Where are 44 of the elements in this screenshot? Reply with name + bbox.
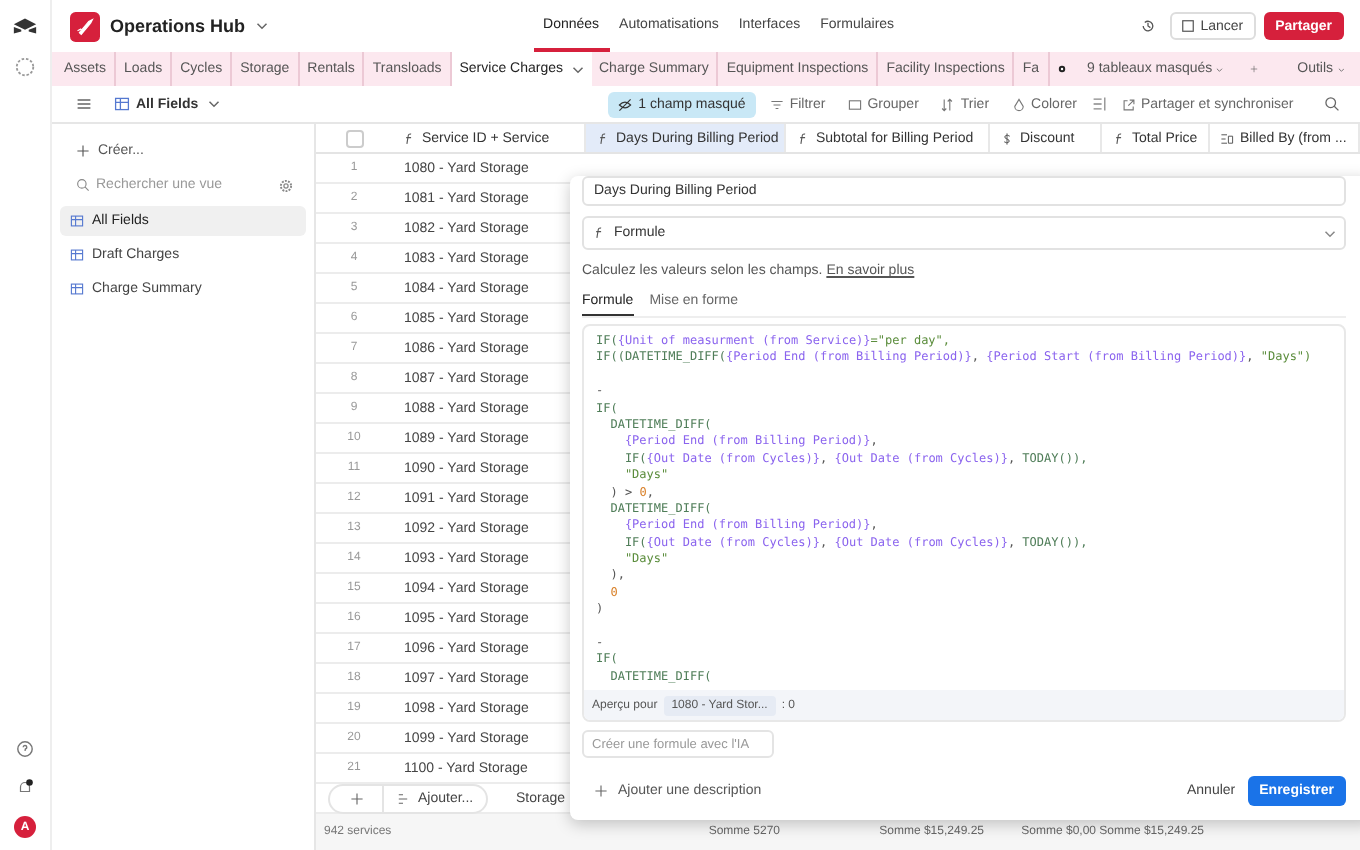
window-icon: [1182, 20, 1195, 32]
help-icon[interactable]: [16, 740, 34, 758]
grid-icon: [70, 282, 84, 296]
formula-icon: [592, 226, 606, 240]
settings-icon[interactable]: [278, 177, 294, 193]
formula-icon: [402, 131, 416, 145]
row-height-icon[interactable]: [1091, 96, 1107, 112]
search-icon[interactable]: [1324, 96, 1340, 112]
caret-icon: [571, 65, 583, 73]
lookup-icon: [1220, 131, 1234, 145]
formula-icon: [796, 131, 810, 145]
formula-icon: [596, 131, 610, 145]
share-icon: [1121, 97, 1135, 111]
currency-icon: [1000, 131, 1014, 145]
caret-icon[interactable]: [1216, 65, 1224, 73]
logo-icon[interactable]: [12, 16, 38, 36]
menu-icon[interactable]: [76, 96, 92, 112]
plus-icon: [349, 792, 363, 806]
color-icon: [1011, 97, 1026, 111]
list-icon: [396, 792, 410, 806]
notification-icon[interactable]: [16, 778, 34, 796]
sort-icon: [940, 97, 955, 111]
grid-icon: [114, 96, 130, 112]
add-icon[interactable]: [1249, 62, 1258, 76]
filter-icon: [769, 97, 784, 111]
caret-icon[interactable]: [255, 22, 268, 30]
eye-slash-icon: [618, 97, 633, 111]
loading-icon: [14, 56, 36, 78]
caret-icon[interactable]: [208, 100, 221, 108]
history-icon[interactable]: [1140, 18, 1157, 34]
plus-icon: [76, 143, 90, 157]
add-record-button[interactable]: [328, 784, 384, 814]
grid-icon: [70, 248, 84, 262]
group-icon: [847, 97, 862, 111]
status-icon: [1057, 62, 1066, 76]
base-name[interactable]: Operations Hub: [110, 16, 246, 36]
formula-icon: [1112, 131, 1126, 145]
select-all-checkbox[interactable]: [345, 129, 363, 147]
plus-icon: [594, 784, 608, 798]
caret-icon: [1324, 229, 1336, 237]
search-icon: [76, 178, 90, 192]
rocket-icon: [70, 11, 100, 41]
grid-icon: [70, 214, 84, 228]
formula-editor[interactable]: [582, 324, 1346, 722]
